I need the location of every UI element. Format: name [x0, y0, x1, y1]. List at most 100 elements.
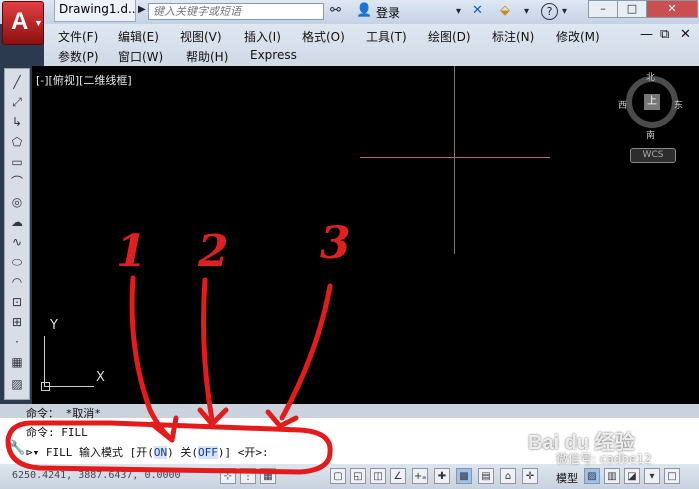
rectangle-icon[interactable]: ▭ [7, 153, 27, 171]
snap-mode-icon[interactable]: ⋮ [240, 468, 256, 484]
dropdown-caret-icon[interactable]: ▾ [562, 6, 567, 17]
infer-constraints-icon[interactable]: ⊹ [220, 468, 236, 484]
exchange-icon[interactable]: ✕ [472, 3, 483, 18]
ucs-y-axis [44, 336, 45, 386]
line-icon[interactable]: ╱ [7, 73, 27, 91]
dropdown-caret-icon[interactable]: ▾ [456, 6, 461, 17]
grid-display-icon[interactable]: ▦ [260, 468, 276, 484]
compass-east-label: 东 [674, 101, 684, 111]
viewcube-compass[interactable]: 上 [626, 76, 678, 128]
ellipse-arc-icon[interactable]: ◠ [7, 273, 27, 291]
command-history-line-2: 命令: FILL [26, 426, 88, 439]
menu-draw[interactable]: 绘图(D) [428, 28, 471, 45]
menu-tools[interactable]: 工具(T) [366, 28, 407, 45]
annotation-number-1: 1 [116, 226, 147, 277]
compass-south-label: 南 [646, 131, 656, 141]
title-bar: Drawing1.d... ▶ 键入关键字或短语 ⚯ 👤 登录 ▾ ✕ ⬙ ▾ … [0, 0, 699, 24]
menu-modify[interactable]: 修改(M) [556, 28, 600, 45]
command-history-line-1: 命令： *取消* [26, 407, 101, 420]
menu-format[interactable]: 格式(O) [302, 28, 345, 45]
make-block-icon[interactable]: ⊞ [7, 313, 27, 331]
annotation-number-3: 3 [320, 218, 351, 269]
clean-screen-icon[interactable]: □ [664, 468, 680, 484]
command-prompt-suffix: )] <开>: [217, 446, 269, 459]
menu-window[interactable]: 窗口(W) [118, 48, 163, 65]
menu-insert[interactable]: 插入(I) [244, 28, 281, 45]
dynamic-ucs-icon[interactable]: ∠ [390, 468, 406, 484]
close-button[interactable]: ✕ [646, 0, 698, 18]
doc-restore-icon[interactable]: ⧉ [660, 27, 669, 42]
binoculars-icon[interactable]: ⚯ [330, 3, 341, 18]
command-history-strip [0, 404, 699, 418]
coordinate-readout[interactable]: 6250.4241, 3887.6437, 0.0000 [12, 470, 181, 481]
quick-properties-icon[interactable]: ▤ [478, 468, 494, 484]
ellipse-icon[interactable]: ⬭ [7, 253, 27, 271]
help-icon[interactable]: ? [541, 3, 558, 20]
option-on-keyword[interactable]: ON [153, 446, 168, 459]
quick-view-icon[interactable]: ▥ [604, 468, 620, 484]
viewcube-top-face[interactable]: 上 [644, 94, 660, 110]
command-prompt[interactable]: ⊳▾ FILL 输入模式 [开(ON) 关(OFF)] <开>: [26, 444, 269, 460]
doc-minimize-icon[interactable]: — [640, 27, 653, 42]
lineweight-icon[interactable]: ✚ [434, 468, 450, 484]
wcs-menu-button[interactable]: WCS [630, 148, 676, 163]
ortho-mode-icon[interactable]: ▢ [330, 468, 346, 484]
command-prompt-mid: ) 关( [167, 446, 198, 459]
compass-north-label: 北 [646, 73, 656, 83]
menu-parametric[interactable]: 参数(P) [58, 48, 99, 65]
menu-view[interactable]: 视图(V) [180, 28, 222, 45]
viewport-controls-label[interactable]: [-][俯视][二维线框] [36, 72, 132, 88]
user-icon[interactable]: 👤 [356, 3, 372, 18]
menu-file[interactable]: 文件(F) [58, 28, 98, 45]
maximize-button[interactable]: □ [617, 0, 647, 18]
point-icon[interactable]: · [7, 333, 27, 351]
status-bar: 6250.4241, 3887.6437, 0.0000 ⊹ ⋮ ▦ ▢ ◱ ◫… [0, 464, 699, 489]
layout-icon[interactable]: ▨ [584, 468, 600, 484]
annotation-number-2: 2 [198, 226, 229, 277]
workspace-switch-icon[interactable]: ▾ [644, 468, 660, 484]
transparency-icon[interactable]: ▩ [456, 468, 472, 484]
object-snap-icon[interactable]: ◫ [370, 468, 386, 484]
annotation-scale-icon[interactable]: ◪ [624, 468, 640, 484]
polar-tracking-icon[interactable]: ◱ [350, 468, 366, 484]
command-prompt-icon: ⊳▾ [26, 446, 46, 459]
circle-icon[interactable]: ◎ [7, 193, 27, 211]
crosshair-vertical [454, 66, 455, 254]
menu-dimension[interactable]: 标注(N) [492, 28, 534, 45]
insert-block-icon[interactable]: ⊡ [7, 293, 27, 311]
gradient-icon[interactable]: ▨ [7, 375, 27, 393]
ucs-origin-icon [41, 382, 50, 391]
menu-bar: 文件(F) 编辑(E) 视图(V) 插入(I) 格式(O) 工具(T) 绘图(D… [44, 24, 699, 66]
polyline-icon[interactable]: ↳ [7, 113, 27, 131]
wechat-watermark: 微信号: cadbe12 [556, 452, 652, 466]
menu-express[interactable]: Express [250, 48, 297, 62]
menu-help[interactable]: 帮助(H) [186, 48, 228, 65]
dynamic-input-icon[interactable]: +ₐ [412, 468, 428, 484]
construction-line-icon[interactable]: ⤢ [7, 93, 27, 111]
dropdown-caret-icon[interactable]: ▾ [524, 6, 529, 17]
document-tab[interactable]: Drawing1.d... [54, 0, 136, 22]
polygon-icon[interactable]: ⬠ [7, 133, 27, 151]
minimize-button[interactable]: – [588, 0, 618, 18]
autocad-logo-icon: A [11, 8, 29, 35]
tab-arrow-icon[interactable]: ▶ [138, 4, 146, 15]
selection-cycling-icon[interactable]: ⌂ [500, 468, 516, 484]
option-off-keyword[interactable]: OFF [197, 446, 218, 459]
compass-west-label: 西 [618, 101, 628, 111]
wrench-icon[interactable]: 🔧 [8, 440, 25, 456]
chevron-down-icon: ▼ [34, 18, 43, 28]
arc-icon[interactable]: ⌒ [7, 173, 27, 191]
application-menu-button[interactable]: A ▼ [2, 1, 44, 45]
search-input[interactable]: 键入关键字或短语 [148, 3, 324, 20]
doc-close-icon[interactable]: ✕ [680, 27, 691, 42]
draw-toolbar: ╱ ⤢ ↳ ⬠ ▭ ⌒ ◎ ☁ ∿ ⬭ ◠ ⊡ ⊞ · ▦ ▨ [4, 68, 30, 400]
annotation-monitor-icon[interactable]: ✛ [522, 468, 538, 484]
menu-edit[interactable]: 编辑(E) [118, 28, 159, 45]
apps-icon[interactable]: ⬙ [500, 3, 510, 18]
crosshair-horizontal [360, 157, 550, 158]
model-space-button[interactable]: 模型 [556, 470, 578, 486]
spline-icon[interactable]: ∿ [7, 233, 27, 251]
revision-cloud-icon[interactable]: ☁ [7, 213, 27, 231]
login-link[interactable]: 登录 [376, 4, 400, 21]
hatch-icon[interactable]: ▦ [7, 353, 27, 371]
